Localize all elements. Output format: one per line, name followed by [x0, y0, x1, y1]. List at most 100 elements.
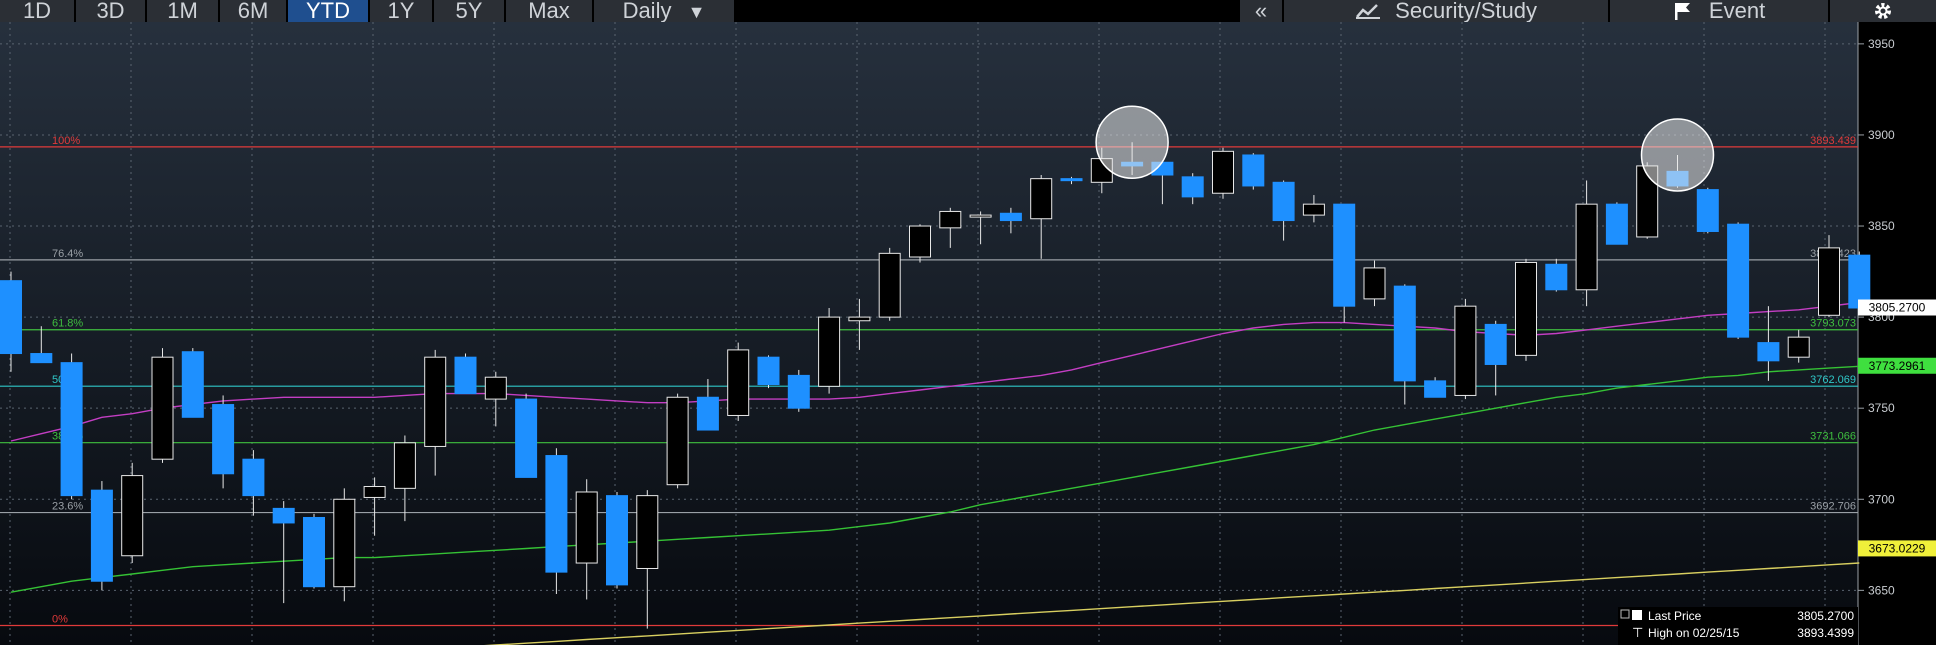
fib-value-label-2: 3793.073 — [1810, 318, 1856, 330]
candle-body-12 — [363, 486, 386, 498]
candle-body-0 — [0, 280, 22, 355]
candle-body-14 — [424, 356, 447, 447]
legend-last-price-value: 3805.2700 — [1797, 609, 1854, 623]
candle-body-29 — [878, 252, 901, 318]
interval-dropdown[interactable]: Daily ▼ — [594, 0, 736, 22]
candle-body-26 — [787, 374, 810, 409]
candle-50 — [1515, 258, 1537, 361]
candle-body-58 — [1757, 342, 1780, 362]
candle-48 — [1454, 298, 1477, 400]
candle-30 — [909, 224, 931, 263]
chart-icon — [1355, 2, 1381, 20]
fib-pct-label-2: 61.8% — [52, 318, 83, 330]
candle-4 — [121, 462, 144, 564]
candle-body-19 — [575, 491, 598, 564]
candle-26 — [787, 369, 810, 412]
candle-17 — [515, 393, 538, 478]
candle-body-10 — [303, 516, 325, 588]
candle-body-46 — [1393, 285, 1416, 382]
candle-body-6 — [181, 351, 204, 418]
y-tick-label-4: 3850 — [1868, 219, 1895, 233]
candle-body-25 — [757, 356, 780, 386]
candle-body-30 — [909, 225, 931, 258]
period-1m[interactable]: 1M — [147, 0, 220, 22]
candle-body-43 — [1302, 203, 1325, 216]
candle-20 — [606, 491, 628, 589]
candle-body-47 — [1424, 380, 1447, 398]
candle-body-2 — [60, 362, 83, 497]
candle-body-21 — [636, 495, 659, 569]
legend: Last Price 3805.2700 ⊤ High on 02/25/15 … — [1618, 607, 1858, 645]
candle-body-18 — [545, 455, 568, 573]
period-max[interactable]: Max — [506, 0, 594, 22]
candle-body-53 — [1605, 203, 1628, 245]
candle-45 — [1363, 260, 1386, 307]
candle-body-27 — [818, 316, 841, 387]
candle-body-56 — [1696, 189, 1719, 232]
legend-high-value: 3893.4399 — [1797, 626, 1854, 640]
candle-body-11 — [333, 498, 356, 588]
fib-value-label-0: 3893.439 — [1810, 135, 1856, 147]
period-1y[interactable]: 1Y — [370, 0, 434, 22]
candle-body-4 — [121, 475, 144, 557]
period-6m[interactable]: 6M — [220, 0, 288, 22]
y-tick-label-5: 3900 — [1868, 128, 1895, 142]
y-tick-label-1: 3700 — [1868, 492, 1895, 506]
candle-body-7 — [212, 404, 235, 475]
candle-29 — [878, 247, 901, 321]
candle-body-23 — [696, 396, 719, 431]
candle-body-28 — [848, 316, 871, 322]
candle-body-24 — [727, 349, 750, 416]
gear-icon — [1872, 1, 1894, 21]
candle-body-13 — [393, 442, 416, 489]
candle-body-59 — [1787, 336, 1810, 358]
legend-square-icon — [1632, 610, 1642, 620]
candle-6 — [181, 348, 204, 418]
period-5y[interactable]: 5Y — [434, 0, 506, 22]
fib-value-label-3: 3762.069 — [1810, 374, 1856, 386]
toolbar: 1D 3D 1M 6M YTD 1Y 5Y Max Daily ▼ « Secu… — [0, 0, 1936, 22]
period-ytd[interactable]: YTD — [288, 0, 370, 22]
fib-pct-label-5: 23.6% — [52, 501, 83, 513]
security-study-button[interactable]: Security/Study — [1284, 0, 1610, 22]
candle-body-35 — [1060, 178, 1083, 182]
candle-body-52 — [1575, 203, 1598, 291]
price-chart[interactable]: 100%3893.43976.4%3831.42361.8%3793.07350… — [0, 22, 1936, 645]
candle-body-60 — [1818, 247, 1840, 316]
interval-label: Daily — [622, 0, 672, 22]
candle-53 — [1605, 202, 1628, 245]
period-1d[interactable]: 1D — [0, 0, 76, 22]
highlight-circle-1 — [1640, 118, 1715, 192]
candle-11 — [333, 488, 356, 602]
event-button[interactable]: Event — [1610, 0, 1830, 22]
collapse-button[interactable]: « — [1240, 0, 1284, 22]
candle-body-44 — [1333, 203, 1356, 307]
candle-body-49 — [1484, 323, 1507, 365]
candle-body-20 — [606, 495, 628, 586]
legend-high-icon: ⊤ — [1632, 625, 1643, 640]
y-tick-label-2: 3750 — [1868, 401, 1895, 415]
candle-body-31 — [939, 210, 962, 229]
candle-body-42 — [1272, 181, 1295, 222]
candle-3 — [90, 481, 113, 591]
candle-56 — [1696, 187, 1719, 234]
fib-pct-label-6: 0% — [52, 614, 68, 626]
settings-button[interactable] — [1830, 0, 1936, 22]
candle-body-17 — [515, 398, 538, 478]
highlight-circle-0 — [1095, 105, 1169, 179]
candle-body-16 — [484, 376, 507, 400]
plot-background — [0, 22, 1858, 645]
candle-body-39 — [1181, 176, 1204, 198]
candle-body-1 — [30, 353, 53, 364]
legend-high-label: High on 02/25/15 — [1648, 626, 1740, 640]
security-study-label: Security/Study — [1395, 0, 1537, 22]
period-3d[interactable]: 3D — [76, 0, 147, 22]
event-label: Event — [1708, 0, 1766, 22]
candle-body-34 — [1030, 178, 1053, 220]
price-tag-label-0: 3805.2700 — [1869, 301, 1926, 315]
candle-body-45 — [1363, 267, 1386, 300]
candle-body-50 — [1515, 261, 1537, 356]
candle-body-32 — [969, 214, 992, 218]
chevron-down-icon: ▼ — [687, 2, 706, 22]
candle-40 — [1212, 147, 1234, 199]
